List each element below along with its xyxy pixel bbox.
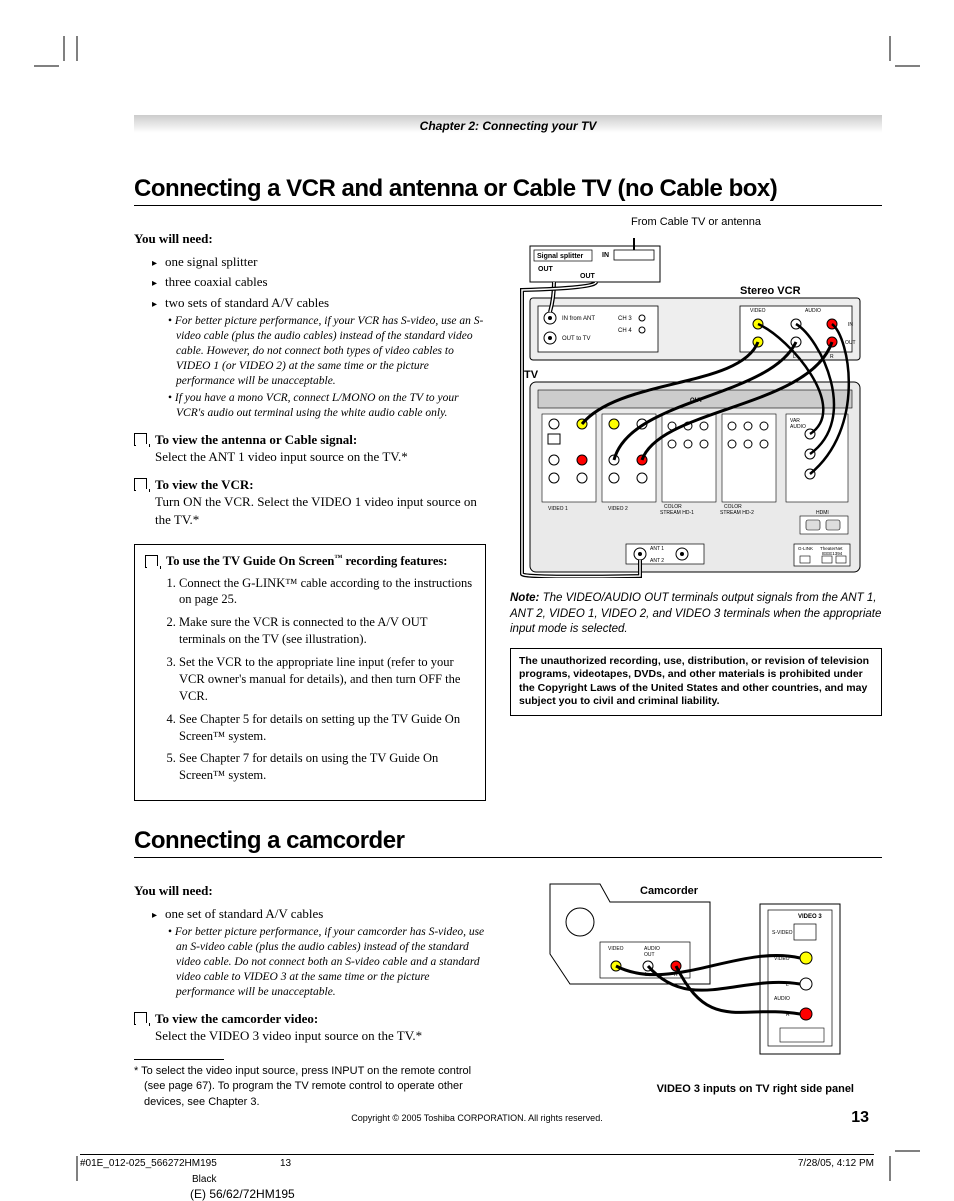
svg-text:ANT 2: ANT 2 <box>650 558 664 564</box>
svg-text:S-VIDEO: S-VIDEO <box>772 930 793 936</box>
list-item: two sets of standard A/V cables <box>152 294 486 312</box>
print-file: #01E_012-025_566272HM195 <box>80 1158 217 1169</box>
sub-note: For better picture performance, if your … <box>144 314 486 389</box>
copyright: Copyright © 2005 Toshiba CORPORATION. Al… <box>0 1113 954 1123</box>
note-label: Note: <box>510 592 539 604</box>
section2-title: Connecting a camcorder <box>134 827 882 858</box>
svg-text:VIDEO 3: VIDEO 3 <box>798 914 822 920</box>
svg-text:OUT: OUT <box>580 273 596 280</box>
view-antenna-title: To view the antenna or Cable signal: <box>155 431 357 449</box>
svg-text:OUT: OUT <box>845 340 856 346</box>
guide-steps: Connect the G-LINK™ cable according to t… <box>145 575 475 785</box>
svg-text:VIDEO: VIDEO <box>750 308 766 314</box>
print-color: Black <box>192 1174 216 1185</box>
model-label: (E) 56/62/72HM195 <box>190 1187 295 1201</box>
svg-text:VIDEO: VIDEO <box>608 946 624 952</box>
view-vcr-title: To view the VCR: <box>155 476 254 494</box>
connection-diagram-vcr: Signal splitter IN OUT OUT Stereo VCR IN… <box>510 238 870 578</box>
page-number: 13 <box>851 1109 869 1127</box>
list-item: one set of standard A/V cables <box>152 905 486 923</box>
note-block: Note: The VIDEO/AUDIO OUT terminals outp… <box>510 591 882 638</box>
svg-text:OUT to TV: OUT to TV <box>562 336 590 342</box>
view-camcorder-title: To view the camcorder video: <box>155 1010 318 1028</box>
svg-text:G-LINK: G-LINK <box>798 546 813 551</box>
svg-text:IEEE1394: IEEE1394 <box>822 551 843 556</box>
print-time: 7/28/05, 4:12 PM <box>798 1158 874 1169</box>
needs-list: one set of standard A/V cables <box>134 905 486 923</box>
print-page: 13 <box>280 1158 291 1169</box>
svg-text:AUDIO: AUDIO <box>805 308 821 314</box>
guide-title-pre: To use the TV Guide On Screen <box>166 555 334 569</box>
footnote: * To select the video input source, pres… <box>134 1064 486 1110</box>
list-item: Connect the G-LINK™ cable according to t… <box>179 575 475 609</box>
checkbox-icon <box>145 555 158 568</box>
diagram-top-label: From Cable TV or antenna <box>510 216 882 228</box>
footnote-rule <box>134 1059 224 1060</box>
chapter-title: Chapter 2: Connecting your TV <box>134 119 882 133</box>
chapter-header: Chapter 2: Connecting your TV <box>134 115 882 137</box>
svg-text:OUT: OUT <box>538 266 554 273</box>
svg-text:Signal splitter: Signal splitter <box>537 253 584 260</box>
view-camcorder-body: Select the VIDEO 3 video input source on… <box>155 1027 486 1045</box>
svg-text:STREAM HD-1: STREAM HD-1 <box>660 510 694 516</box>
checkbox-icon <box>134 433 147 446</box>
svg-text:STREAM HD-2: STREAM HD-2 <box>720 510 754 516</box>
crop-mark <box>880 36 920 76</box>
svg-text:TV: TV <box>524 369 539 381</box>
svg-text:AUDIO: AUDIO <box>774 996 790 1002</box>
section1-title: Connecting a VCR and antenna or Cable TV… <box>134 175 882 206</box>
you-will-need-label: You will need: <box>134 882 486 900</box>
note-body: The VIDEO/AUDIO OUT terminals output sig… <box>510 592 881 635</box>
you-will-need-label: You will need: <box>134 230 486 248</box>
crop-mark <box>62 36 92 76</box>
list-item: three coaxial cables <box>152 273 486 291</box>
svg-text:VIDEO 1: VIDEO 1 <box>548 506 568 512</box>
svg-text:CH 4: CH 4 <box>618 328 632 334</box>
view-antenna-body: Select the ANT 1 video input source on t… <box>155 448 486 466</box>
svg-text:IN from ANT: IN from ANT <box>562 316 595 322</box>
svg-text:IN: IN <box>602 252 609 259</box>
diagram-caption: VIDEO 3 inputs on TV right side panel <box>510 1083 882 1095</box>
svg-text:HDMI: HDMI <box>816 510 829 516</box>
svg-text:ANT 1: ANT 1 <box>650 546 664 552</box>
svg-text:OUT: OUT <box>644 952 655 958</box>
connection-diagram-camcorder: Camcorder VIDEOAUDIOOUT LR VIDEO 3 S-VID… <box>510 874 870 1074</box>
list-item: See Chapter 7 for details on using the T… <box>179 750 475 784</box>
svg-text:Stereo VCR: Stereo VCR <box>740 285 801 297</box>
list-item: Make sure the VCR is connected to the A/… <box>179 614 475 648</box>
needs-list: one signal splitter three coaxial cables… <box>134 253 486 312</box>
page-footer: Copyright © 2005 Toshiba CORPORATION. Al… <box>0 1113 954 1123</box>
guide-box: To use the TV Guide On Screen™ recording… <box>134 544 486 801</box>
crop-mark <box>880 1141 920 1181</box>
svg-text:AUDIO: AUDIO <box>790 424 806 430</box>
guide-title: To use the TV Guide On Screen™ recording… <box>166 553 447 570</box>
svg-text:Camcorder: Camcorder <box>640 885 699 897</box>
checkbox-icon <box>134 478 147 491</box>
guide-title-post: recording features: <box>342 555 447 569</box>
sub-note: If you have a mono VCR, connect L/MONO o… <box>144 391 486 421</box>
list-item: See Chapter 5 for details on setting up … <box>179 711 475 745</box>
view-vcr-body: Turn ON the VCR. Select the VIDEO 1 vide… <box>155 493 486 528</box>
svg-text:IN: IN <box>848 322 853 328</box>
svg-text:VIDEO 2: VIDEO 2 <box>608 506 628 512</box>
list-item: one signal splitter <box>152 253 486 271</box>
svg-text:CH 3: CH 3 <box>618 316 632 322</box>
checkbox-icon <box>134 1012 147 1025</box>
list-item: Set the VCR to the appropriate line inpu… <box>179 654 475 705</box>
svg-text:R: R <box>830 354 834 360</box>
print-meta: #01E_012-025_566272HM195 13 7/28/05, 4:1… <box>80 1154 874 1169</box>
sub-note: For better picture performance, if your … <box>144 925 486 1000</box>
legal-box: The unauthorized recording, use, distrib… <box>510 648 882 717</box>
